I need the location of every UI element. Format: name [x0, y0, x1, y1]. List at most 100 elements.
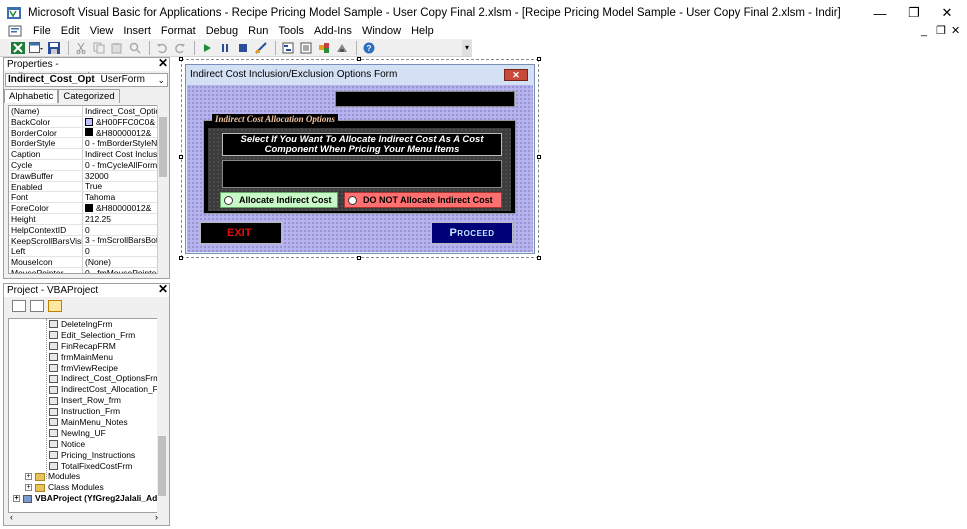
- property-value[interactable]: 0 - fmMousePointerD: [83, 268, 157, 273]
- project-explorer-icon[interactable]: [280, 41, 296, 55]
- help-icon[interactable]: ?: [361, 41, 377, 55]
- project-close-icon[interactable]: ✕: [158, 283, 168, 296]
- object-browser-icon[interactable]: [316, 41, 332, 55]
- property-value[interactable]: &H00FFC0C0&: [83, 117, 157, 127]
- property-value[interactable]: Tahoma: [83, 192, 157, 202]
- property-row[interactable]: Height 212.25: [9, 213, 157, 225]
- property-row[interactable]: ForeColor &H80000012&: [9, 203, 157, 214]
- menu-help[interactable]: Help: [406, 25, 439, 37]
- tree-item[interactable]: + Class Modules: [9, 482, 159, 493]
- exit-button[interactable]: EXIT: [200, 222, 282, 244]
- expand-icon[interactable]: +: [25, 473, 32, 481]
- tab-alphabetic[interactable]: Alphabetic: [4, 89, 59, 103]
- property-value[interactable]: Indirect_Cost_Optior: [83, 106, 157, 116]
- redo-icon[interactable]: [172, 41, 188, 55]
- property-row[interactable]: BorderStyle 0 - fmBorderStyleNor: [9, 138, 157, 150]
- toolbar-options-icon[interactable]: ▾: [462, 40, 472, 56]
- tree-item[interactable]: Indirect_Cost_OptionsFrm: [9, 373, 159, 384]
- scrollbar-thumb[interactable]: [159, 117, 167, 177]
- tree-item[interactable]: Pricing_Instructions: [9, 450, 159, 461]
- tree-item[interactable]: Edit_Selection_Frm: [9, 330, 159, 341]
- property-row[interactable]: KeepScrollBarsVisible3 - fmScrollBarsBot…: [9, 235, 157, 247]
- radio-icon[interactable]: [224, 195, 233, 205]
- reset-icon[interactable]: [235, 41, 251, 55]
- design-mode-icon[interactable]: [253, 41, 269, 55]
- menu-view[interactable]: View: [85, 25, 119, 37]
- object-selector[interactable]: Indirect_Cost_Opt UserForm ⌄: [5, 73, 168, 87]
- property-row[interactable]: DrawBuffer 32000: [9, 170, 157, 182]
- resize-handle[interactable]: [357, 256, 361, 260]
- undo-icon[interactable]: [154, 41, 170, 55]
- userform-close-icon[interactable]: ✕: [504, 69, 528, 81]
- property-value[interactable]: &H80000012&: [83, 203, 157, 213]
- menu-edit[interactable]: Edit: [56, 25, 85, 37]
- property-row[interactable]: MousePointer0 - fmMousePointerD: [9, 267, 157, 273]
- userform-indirect-cost-options[interactable]: Indirect Cost Inclusion/Exclusion Option…: [185, 64, 535, 254]
- menu-file[interactable]: File: [28, 25, 56, 37]
- view-object-icon[interactable]: [30, 300, 44, 312]
- copy-icon[interactable]: [91, 41, 107, 55]
- tree-item[interactable]: frmMainMenu: [9, 352, 159, 363]
- property-row[interactable]: MouseIcon (None): [9, 257, 157, 268]
- property-value[interactable]: 0 - fmBorderStyleNor: [83, 138, 157, 148]
- chevron-right-icon[interactable]: ›: [155, 512, 158, 522]
- tree-item[interactable]: frmViewRecipe: [9, 363, 159, 374]
- run-icon[interactable]: [199, 41, 215, 55]
- property-value[interactable]: 32000: [83, 171, 157, 181]
- tree-item[interactable]: MainMenu_Notes: [9, 417, 159, 428]
- property-value[interactable]: (None): [83, 257, 157, 267]
- chevron-left-icon[interactable]: ‹: [10, 512, 13, 522]
- tree-item[interactable]: FinRecapFRM: [9, 341, 159, 352]
- menu-run[interactable]: Run: [243, 25, 273, 37]
- resize-handle[interactable]: [179, 57, 183, 61]
- scrollbar-thumb[interactable]: [158, 436, 166, 496]
- option-allocate-indirect-cost[interactable]: Allocate Indirect Cost: [220, 192, 338, 208]
- mdi-minimize-button[interactable]: _: [921, 22, 927, 39]
- property-row[interactable]: Caption Indirect Cost Inclusic: [9, 149, 157, 160]
- expand-icon[interactable]: +: [25, 484, 32, 492]
- property-value[interactable]: 0: [83, 225, 157, 235]
- tree-item[interactable]: DeleteIngFrm: [9, 319, 159, 330]
- project-scrollbar[interactable]: [157, 318, 167, 513]
- property-row[interactable]: BorderColor &H80000012&: [9, 127, 157, 139]
- menu-format[interactable]: Format: [156, 25, 201, 37]
- mdi-close-button[interactable]: ✕: [951, 22, 960, 39]
- resize-handle[interactable]: [537, 256, 541, 260]
- property-row[interactable]: Left 0: [9, 246, 157, 258]
- option-do-not-allocate-indirect-cost[interactable]: DO NOT Allocate Indirect Cost: [344, 192, 502, 208]
- tree-item[interactable]: Insert_Row_frm: [9, 395, 159, 406]
- properties-window-icon[interactable]: [298, 41, 314, 55]
- save-icon[interactable]: [46, 41, 62, 55]
- property-value[interactable]: &H80000012&: [83, 128, 157, 137]
- find-icon[interactable]: [127, 41, 143, 55]
- project-horizontal-scrollbar[interactable]: ‹ ›: [8, 512, 160, 523]
- tree-item[interactable]: Instruction_Frm: [9, 406, 159, 417]
- cut-icon[interactable]: [73, 41, 89, 55]
- resize-handle[interactable]: [537, 57, 541, 61]
- menu-window[interactable]: Window: [357, 25, 406, 37]
- tree-item[interactable]: NewIng_UF: [9, 428, 159, 439]
- status-textbox[interactable]: [222, 160, 502, 188]
- chevron-down-icon[interactable]: ⌄: [157, 74, 165, 86]
- proceed-button[interactable]: Proceed: [431, 222, 513, 244]
- resize-handle[interactable]: [537, 155, 541, 159]
- menu-debug[interactable]: Debug: [201, 25, 243, 37]
- paste-icon[interactable]: [109, 41, 125, 55]
- property-row[interactable]: HelpContextID 0: [9, 224, 157, 236]
- resize-handle[interactable]: [357, 57, 361, 61]
- mdi-restore-button[interactable]: ❐: [936, 22, 946, 39]
- document-menu-icon[interactable]: [8, 24, 22, 38]
- tree-item[interactable]: Notice: [9, 439, 159, 450]
- radio-icon[interactable]: [348, 195, 357, 205]
- menu-add-ins[interactable]: Add-Ins: [309, 25, 357, 37]
- expand-icon[interactable]: +: [13, 495, 20, 503]
- property-row[interactable]: Cycle 0 - fmCycleAllForms: [9, 159, 157, 171]
- property-value[interactable]: 0 - fmCycleAllForms: [83, 160, 157, 170]
- menu-tools[interactable]: Tools: [273, 25, 309, 37]
- excel-view-icon[interactable]: [10, 41, 26, 55]
- top-textbox[interactable]: [335, 91, 515, 107]
- property-value[interactable]: 3 - fmScrollBarsBoth: [83, 236, 157, 246]
- tree-item[interactable]: + VBAProject (YfGreg2Jalali_Adc: [9, 493, 159, 504]
- property-row[interactable]: Enabled True: [9, 181, 157, 193]
- properties-close-icon[interactable]: ✕: [158, 57, 168, 70]
